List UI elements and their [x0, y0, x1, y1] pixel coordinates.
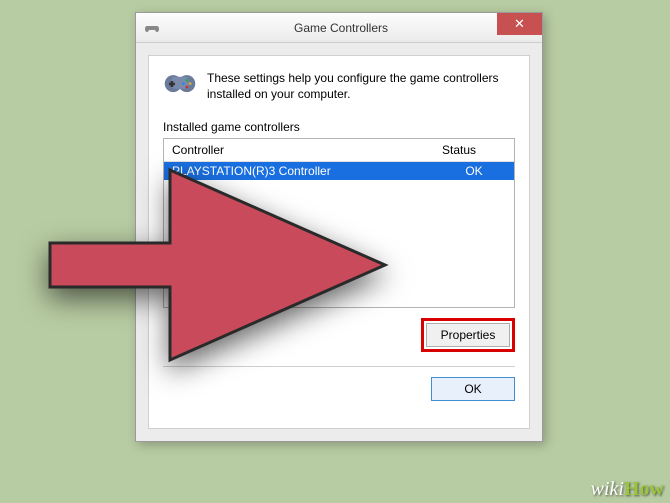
list-row[interactable]: PLAYSTATION(R)3 Controller OK	[164, 162, 514, 180]
game-controllers-dialog: Game Controllers ✕ These settings help y…	[135, 12, 543, 442]
watermark-wiki: wiki	[591, 478, 624, 500]
list-header: Controller Status	[164, 139, 514, 162]
watermark-how: How	[624, 478, 664, 500]
controller-listbox[interactable]: Controller Status PLAYSTATION(R)3 Contro…	[163, 138, 515, 308]
window-title: Game Controllers	[160, 21, 542, 35]
controller-title-icon	[144, 20, 160, 36]
list-label: Installed game controllers	[163, 120, 515, 134]
button-row-1: Advanced... Properties	[163, 318, 515, 352]
main-panel: These settings help you configure the ga…	[148, 55, 530, 429]
row-status: OK	[434, 162, 514, 180]
ok-button[interactable]: OK	[431, 377, 515, 401]
titlebar: Game Controllers ✕	[136, 13, 542, 43]
info-row: These settings help you configure the ga…	[163, 70, 515, 102]
dialog-divider: OK	[163, 366, 515, 401]
watermark: wikiHow	[591, 478, 664, 501]
close-button[interactable]: ✕	[497, 13, 542, 35]
properties-highlight: Properties	[421, 318, 515, 352]
header-status[interactable]: Status	[434, 139, 514, 161]
row-controller-name: PLAYSTATION(R)3 Controller	[164, 162, 434, 180]
properties-button[interactable]: Properties	[426, 323, 510, 347]
gamepad-icon	[163, 70, 197, 96]
header-controller[interactable]: Controller	[164, 139, 434, 161]
info-text: These settings help you configure the ga…	[207, 70, 515, 102]
